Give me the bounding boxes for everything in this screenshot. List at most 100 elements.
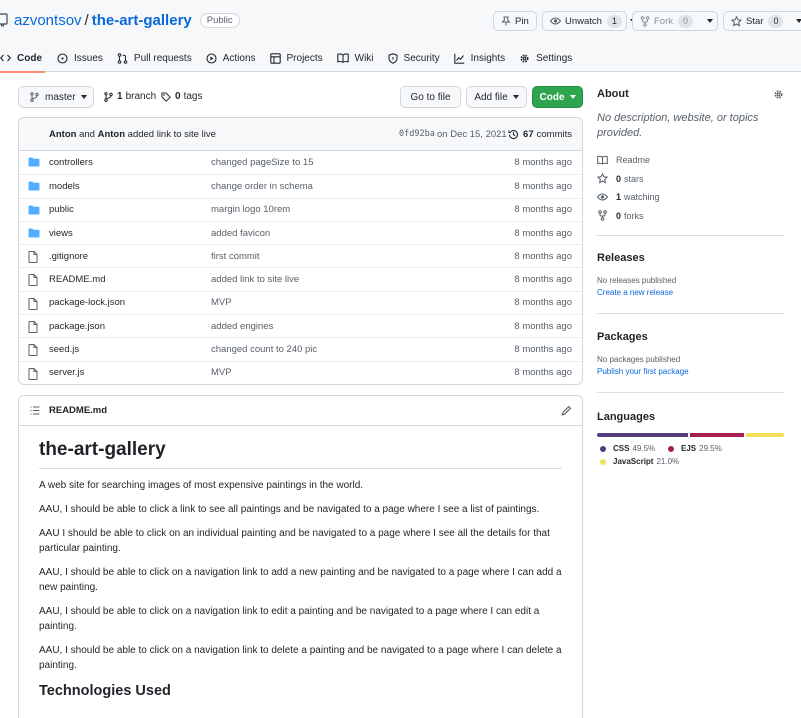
- tab-code[interactable]: Code: [0, 44, 49, 73]
- file-name-link[interactable]: views: [49, 228, 73, 239]
- file-commit-message[interactable]: added favicon: [211, 228, 270, 239]
- publish-package-link[interactable]: Publish your first package: [597, 366, 787, 378]
- go-to-file-label: Go to file: [410, 91, 451, 103]
- caret-down-icon: [80, 95, 87, 99]
- repo-title-row: azvontsov / the-art-gallery Public: [0, 8, 240, 32]
- star-button[interactable]: Star 0: [723, 11, 801, 31]
- tab-wiki[interactable]: Wiki: [330, 44, 381, 72]
- caret-down-icon: [569, 95, 576, 99]
- watching-count: 1: [616, 192, 622, 203]
- fork-icon: [598, 210, 607, 222]
- language-dot: [600, 458, 606, 465]
- file-name-link[interactable]: seed.js: [49, 344, 79, 355]
- commit-sha[interactable]: 0fd92ba: [399, 129, 435, 139]
- star-icon: [597, 173, 608, 184]
- language-ejs[interactable]: EJS 29.5%: [668, 444, 722, 453]
- tab-label: Security: [403, 52, 440, 64]
- file-row[interactable]: seed.js changed count to 240 pic 8 months …: [19, 337, 582, 360]
- repo-name-link[interactable]: the-art-gallery: [92, 12, 192, 29]
- readme-panel: README.md the-art-gallery A web site for…: [18, 395, 583, 718]
- file-icon: [28, 251, 38, 264]
- commits-link[interactable]: 67 commits: [508, 129, 572, 140]
- language-javascript[interactable]: JavaScript 21.0%: [600, 457, 679, 466]
- tab-insights[interactable]: Insights: [447, 44, 512, 72]
- folder-icon: [28, 181, 40, 191]
- file-row[interactable]: .gitignore first commit 8 months ago: [19, 244, 582, 267]
- readme-paragraph: AAU, I should be able to click on a navi…: [39, 606, 540, 632]
- file-commit-message[interactable]: changed pageSize to 15: [211, 157, 313, 168]
- tab-projects[interactable]: Projects: [263, 44, 330, 72]
- forks-link[interactable]: 0 forks: [597, 207, 787, 226]
- watchers-link[interactable]: 1 watching: [597, 188, 787, 207]
- caret-down-icon: [512, 95, 519, 99]
- tab-pull-requests[interactable]: Pull requests: [110, 44, 199, 72]
- pin-button[interactable]: Pin: [493, 11, 537, 31]
- file-row[interactable]: server.js MVP 8 months ago: [19, 360, 582, 384]
- file-icon: [28, 274, 38, 287]
- file-commit-message[interactable]: added link to site live: [211, 274, 299, 285]
- star-label: Star: [746, 15, 764, 27]
- watch-button[interactable]: Unwatch 1: [542, 11, 636, 31]
- play-icon: [206, 52, 217, 64]
- commit-author[interactable]: Anton: [98, 129, 125, 140]
- readme-link[interactable]: Readme: [597, 151, 787, 170]
- file-name-link[interactable]: public: [49, 204, 74, 215]
- file-commit-age: 8 months ago: [514, 367, 572, 379]
- table-icon: [269, 52, 281, 64]
- file-commit-message[interactable]: MVP: [211, 367, 232, 378]
- file-commit-message[interactable]: change order in schema: [211, 181, 313, 192]
- language-css[interactable]: CSS 49.5%: [600, 444, 655, 453]
- language-percent: 21.0%: [656, 457, 680, 466]
- packages-heading[interactable]: Packages: [597, 331, 787, 343]
- add-file-button[interactable]: Add file: [466, 86, 527, 108]
- code-button[interactable]: Code: [532, 86, 583, 108]
- fork-dropdown[interactable]: [700, 12, 720, 30]
- go-to-file-button[interactable]: Go to file: [400, 86, 461, 108]
- commit-count-word: commits: [536, 128, 572, 140]
- file-name-link[interactable]: server.js: [49, 367, 84, 378]
- file-name-link[interactable]: README.md: [49, 274, 105, 285]
- file-row[interactable]: views added favicon 8 months ago: [19, 220, 582, 244]
- readme-content: the-art-gallery A web site for searching…: [19, 426, 582, 699]
- tab-actions[interactable]: Actions: [199, 44, 263, 72]
- file-name-link[interactable]: controllers: [49, 157, 93, 168]
- file-commit-message[interactable]: first commit: [211, 251, 260, 262]
- file-name-link[interactable]: package.json: [49, 321, 105, 332]
- tags-link[interactable]: 0 tags: [161, 91, 202, 102]
- tab-issues[interactable]: Issues: [49, 44, 110, 72]
- file-commit-message[interactable]: added engines: [211, 321, 273, 332]
- create-release-link[interactable]: Create a new release: [597, 287, 787, 299]
- file-name-link[interactable]: package-lock.json: [49, 297, 125, 308]
- commit-author[interactable]: Anton: [49, 129, 76, 140]
- file-name-link[interactable]: .gitignore: [49, 251, 88, 262]
- watching-word: watching: [624, 192, 660, 203]
- gear-icon[interactable]: [773, 89, 784, 100]
- file-row[interactable]: controllers changed pageSize to 15 8 month…: [19, 151, 582, 174]
- tab-label: Pull requests: [133, 52, 192, 64]
- file-row[interactable]: public margin logo 10rem 8 months ago: [19, 197, 582, 221]
- file-row[interactable]: README.md added link to site live 8 months…: [19, 267, 582, 290]
- readme-title: the-art-gallery: [39, 436, 562, 469]
- file-row[interactable]: package-lock.json MVP 8 months ago: [19, 290, 582, 314]
- readme-link-label: Readme: [616, 155, 651, 166]
- pencil-icon[interactable]: [561, 405, 572, 416]
- file-row[interactable]: package.json added engines 8 months ago: [19, 314, 582, 337]
- file-row[interactable]: models change order in schema 8 months ago: [19, 174, 582, 197]
- branch-select-button[interactable]: master: [18, 86, 94, 108]
- file-commit-message[interactable]: margin logo 10rem: [211, 204, 290, 215]
- tab-security[interactable]: Security: [381, 44, 447, 72]
- tab-settings[interactable]: Settings: [512, 44, 579, 72]
- file-commit-message[interactable]: changed count to 240 pic: [211, 344, 317, 355]
- repo-owner-link[interactable]: azvontsov: [14, 12, 82, 29]
- commit-message[interactable]: added link to site live: [128, 129, 216, 140]
- list-icon[interactable]: [30, 406, 40, 415]
- file-name-link[interactable]: models: [49, 181, 80, 192]
- file-commit-message[interactable]: MVP: [211, 297, 232, 308]
- fork-button[interactable]: Fork 0: [632, 11, 718, 31]
- tab-label: Insights: [470, 52, 506, 64]
- star-dropdown[interactable]: [790, 12, 801, 30]
- packages-empty-text: No packages published: [597, 355, 681, 364]
- branches-link[interactable]: 1 branch: [104, 91, 156, 102]
- stars-link[interactable]: 0 stars: [597, 170, 787, 189]
- releases-heading[interactable]: Releases: [597, 252, 787, 264]
